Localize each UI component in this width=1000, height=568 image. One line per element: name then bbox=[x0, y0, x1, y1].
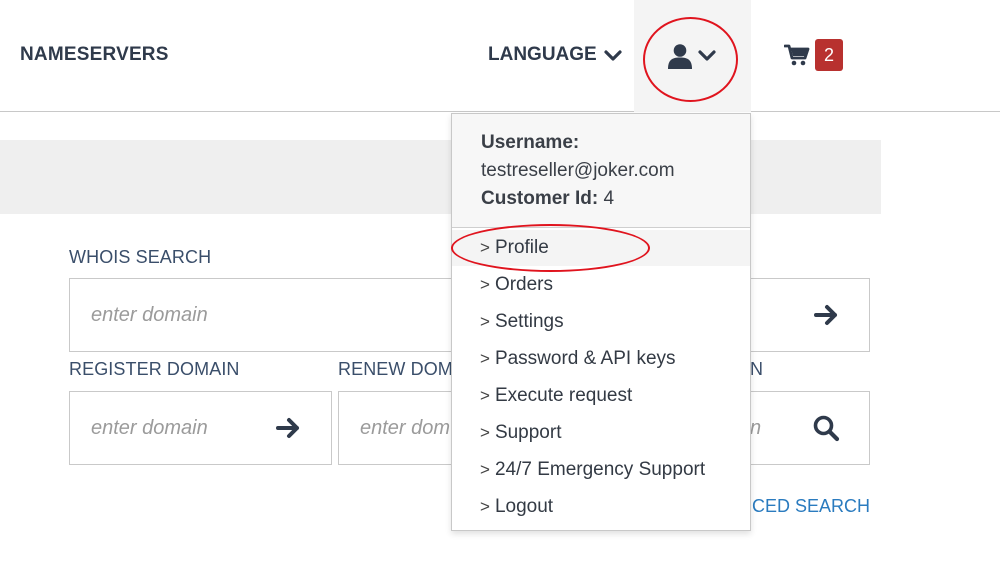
menu-item-support[interactable]: > Support bbox=[452, 415, 750, 451]
chevron-down-icon bbox=[698, 50, 716, 61]
menu-item-profile[interactable]: > Profile bbox=[452, 230, 750, 266]
advanced-search-link[interactable]: CED SEARCH bbox=[752, 496, 870, 517]
whois-search-placeholder: enter domain bbox=[91, 304, 208, 326]
menu-item-emergency-support[interactable]: >24/7 Emergency Support bbox=[452, 452, 750, 488]
chevron-right-icon: > bbox=[480, 312, 490, 331]
user-menu-icons bbox=[667, 43, 716, 69]
nav-nameservers[interactable]: NAMESERVERS bbox=[20, 44, 169, 66]
user-dropdown-menu: Username: testreseller@joker.com Custome… bbox=[451, 113, 751, 531]
chevron-right-icon: > bbox=[480, 275, 490, 294]
third-field-placeholder: n bbox=[750, 417, 762, 439]
menu-item-logout[interactable]: > Logout bbox=[452, 489, 750, 525]
menu-item-label: Orders bbox=[494, 274, 554, 295]
menu-item-settings[interactable]: > Settings bbox=[452, 304, 750, 340]
user-icon bbox=[668, 44, 692, 69]
chevron-right-icon: > bbox=[480, 423, 490, 442]
register-domain-label: REGISTER DOMAIN bbox=[69, 359, 240, 379]
search-icon[interactable] bbox=[812, 414, 840, 442]
chevron-right-icon: > bbox=[480, 460, 490, 479]
whois-search-label: WHOIS SEARCH bbox=[69, 247, 212, 267]
chevron-right-icon: > bbox=[480, 386, 490, 405]
third-field-label: N bbox=[750, 359, 764, 379]
menu-item-label: Profile bbox=[494, 237, 549, 258]
language-label: LANGUAGE bbox=[488, 44, 597, 65]
chevron-right-icon: > bbox=[480, 497, 490, 516]
menu-item-label: Logout bbox=[494, 496, 554, 517]
menu-item-orders[interactable]: > Orders bbox=[452, 267, 750, 303]
menu-item-label: Password & API keys bbox=[494, 348, 676, 369]
username-value: testreseller@joker.com bbox=[481, 160, 675, 181]
cart-count-badge: 2 bbox=[815, 39, 843, 71]
customer-id: Customer Id: 4 bbox=[481, 188, 614, 210]
chevron-right-icon: > bbox=[480, 349, 490, 368]
user-info-panel: Username: testreseller@joker.com Custome… bbox=[452, 114, 750, 228]
menu-item-label: 24/7 Emergency Support bbox=[494, 459, 706, 480]
nav-language[interactable]: LANGUAGE bbox=[488, 44, 622, 66]
arrow-right-icon[interactable] bbox=[813, 303, 841, 327]
chevron-right-icon: > bbox=[480, 238, 490, 257]
customer-id-value: 4 bbox=[603, 188, 615, 209]
register-domain-placeholder: enter domain bbox=[91, 417, 208, 439]
renew-domain-label: RENEW DOM bbox=[338, 359, 453, 379]
menu-item-execute-request[interactable]: > Execute request bbox=[452, 378, 750, 414]
menu-item-label: Support bbox=[494, 422, 562, 443]
customer-id-label: Customer Id: bbox=[481, 188, 599, 209]
user-menu-button[interactable] bbox=[634, 0, 751, 112]
arrow-right-icon[interactable] bbox=[275, 416, 303, 440]
cart-icon bbox=[784, 44, 810, 66]
menu-item-label: Execute request bbox=[494, 385, 633, 406]
renew-domain-placeholder: enter dom bbox=[360, 417, 451, 439]
cart-button[interactable]: 2 bbox=[784, 39, 843, 71]
menu-item-label: Settings bbox=[494, 311, 564, 332]
username-label: Username: bbox=[481, 132, 580, 153]
top-nav: NAMESERVERS LANGUAGE 2 bbox=[0, 0, 1000, 112]
chevron-down-icon bbox=[604, 50, 622, 61]
menu-item-password-api-keys[interactable]: > Password & API keys bbox=[452, 341, 750, 377]
